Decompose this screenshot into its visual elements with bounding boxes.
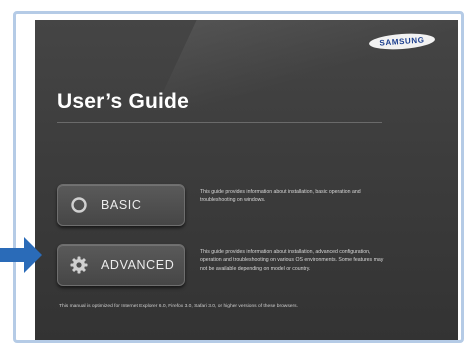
logo-text: SAMSUNG	[379, 35, 425, 48]
gear-icon	[70, 256, 88, 274]
basic-button[interactable]: BASIC	[57, 184, 185, 226]
browser-note: This manual is optimized for Internet Ex…	[59, 304, 298, 309]
title-divider	[57, 122, 382, 123]
page-title: User’s Guide	[57, 90, 189, 113]
advanced-description: This guide provides information about in…	[200, 249, 384, 272]
arrow-pointer-icon	[0, 237, 42, 273]
guide-panel: SAMSUNG User’s Guide BASIC This guide pr…	[35, 20, 458, 340]
circle-icon	[71, 197, 87, 213]
advanced-button-label: ADVANCED	[101, 258, 175, 272]
basic-button-label: BASIC	[101, 198, 142, 212]
advanced-button[interactable]: ADVANCED	[57, 244, 185, 286]
basic-description: This guide provides information about in…	[200, 189, 361, 204]
